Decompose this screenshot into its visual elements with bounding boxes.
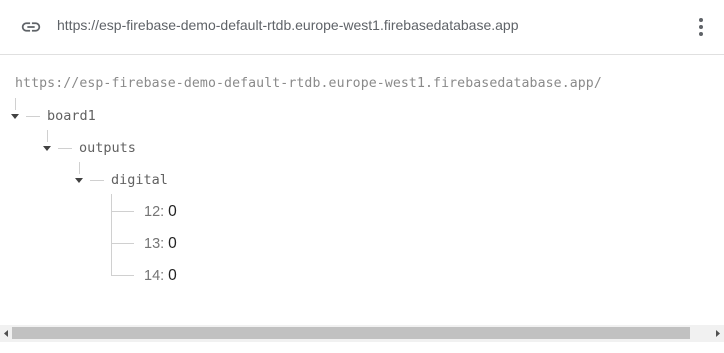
leaf-12[interactable]: 12: 0 bbox=[144, 203, 177, 221]
leaf-key: 12 bbox=[144, 204, 161, 220]
node-digital[interactable]: digital bbox=[111, 172, 168, 188]
collapse-board1-icon[interactable] bbox=[10, 113, 20, 121]
collapse-outputs-icon[interactable] bbox=[42, 145, 52, 153]
leaf-key: 14 bbox=[144, 268, 161, 284]
leaf-14[interactable]: 14: 0 bbox=[144, 267, 177, 285]
leaf-value[interactable]: 0 bbox=[168, 203, 177, 220]
leaf-key: 13 bbox=[144, 236, 161, 252]
node-board1[interactable]: board1 bbox=[47, 108, 96, 124]
leaf-value[interactable]: 0 bbox=[168, 267, 177, 284]
leaf-13[interactable]: 13: 0 bbox=[144, 235, 177, 253]
collapse-digital-icon[interactable] bbox=[74, 177, 84, 185]
tree-lines bbox=[15, 98, 134, 276]
scroll-right-icon[interactable] bbox=[714, 329, 722, 338]
leaf-value[interactable]: 0 bbox=[168, 235, 177, 252]
node-outputs[interactable]: outputs bbox=[79, 140, 136, 156]
horizontal-scrollbar[interactable] bbox=[0, 325, 724, 342]
scrollbar-thumb[interactable] bbox=[12, 327, 690, 339]
scroll-left-icon[interactable] bbox=[2, 329, 10, 338]
